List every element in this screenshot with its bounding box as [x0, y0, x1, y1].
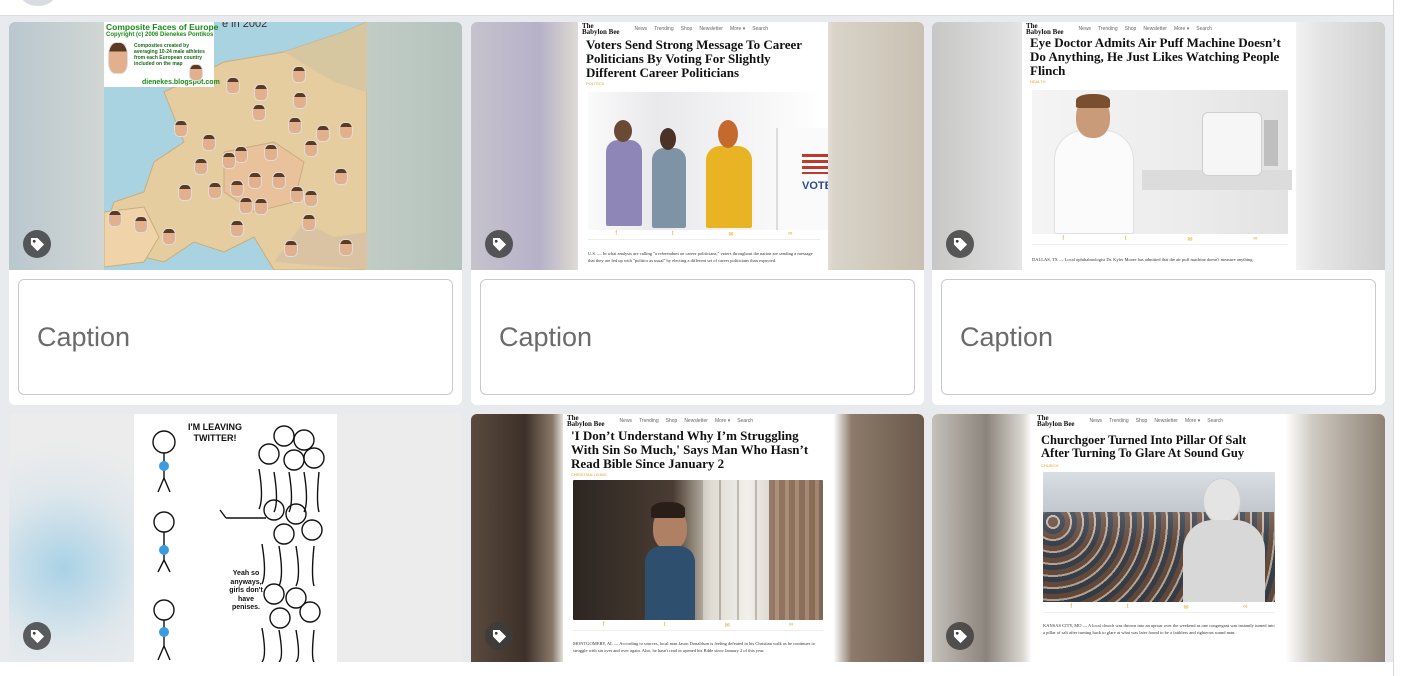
article-photo	[573, 480, 823, 620]
article-body: DALLAS, TX — Local ophthalmologist Dr. K…	[1032, 257, 1254, 262]
article-photo	[1043, 472, 1275, 602]
page-bottom	[0, 662, 1393, 676]
caption-input[interactable]	[18, 279, 453, 395]
caption-input[interactable]	[941, 279, 1376, 395]
article-category: HEALTH	[1030, 79, 1046, 85]
article-photo: VOTE	[588, 92, 828, 230]
share-bar: f t ✉ ∞	[1032, 236, 1288, 245]
email-icon[interactable]: ✉	[725, 622, 730, 630]
comic-speech-2: Yeah so anyways, girls don't have penise…	[229, 570, 263, 611]
site-nav: The Babylon Bee News Trending Shop Newslette…	[1026, 22, 1213, 36]
tag-button[interactable]	[946, 622, 974, 650]
tag-button[interactable]	[485, 622, 513, 650]
scrollbar-track[interactable]	[1393, 0, 1402, 676]
tag-icon	[30, 237, 44, 251]
post-card: The Babylon Bee News Trending Shop Newslette…	[471, 414, 924, 676]
map-title: Composite Faces of Europe	[106, 22, 219, 32]
article-category: CHRISTIAN LIVING	[571, 472, 607, 478]
post-image[interactable]: The Babylon Bee News Trending Shop Newslette…	[471, 414, 924, 662]
twitter-icon[interactable]: t	[1127, 604, 1129, 612]
link-icon[interactable]: ∞	[788, 231, 792, 239]
site-nav: The Babylon Bee News Trending Shop Newslette…	[1037, 414, 1224, 428]
post-image[interactable]: The Babylon Bee News Trending Shop Newslette…	[932, 414, 1385, 662]
article-body: KANSAS CITY, MO — A local church was thr…	[1043, 623, 1275, 635]
post-card: The Babylon Bee News Trending Shop Newslette…	[932, 414, 1385, 676]
facebook-icon[interactable]: f	[603, 622, 605, 630]
article-headline: Churchgoer Turned Into Pillar Of Salt Af…	[1041, 433, 1247, 461]
article-category: CHURCH	[1041, 462, 1059, 468]
article-photo	[1032, 90, 1292, 234]
tag-button[interactable]	[485, 230, 513, 258]
europe-map-image: Composite Faces of Europe Copyright (c) …	[104, 22, 367, 270]
map-year: e in 2002	[222, 22, 268, 30]
tag-icon	[30, 629, 44, 643]
tag-icon	[953, 237, 967, 251]
email-icon[interactable]: ✉	[1187, 236, 1192, 244]
share-bar: f t ✉ ∞	[588, 231, 820, 240]
share-bar: f t ✉ ∞	[1043, 604, 1275, 613]
share-bar: f t ✉ ∞	[573, 622, 823, 631]
post-card: Composite Faces of Europe Copyright (c) …	[9, 22, 462, 405]
facebook-icon[interactable]: f	[615, 231, 617, 239]
twitter-icon[interactable]: t	[672, 231, 674, 239]
caption-input[interactable]	[480, 279, 915, 395]
article-headline: Eye Doctor Admits Air Puff Machine Doesn…	[1030, 35, 1281, 78]
facebook-icon[interactable]: f	[1070, 604, 1072, 612]
tag-button[interactable]	[946, 230, 974, 258]
article-screenshot: The Babylon Bee News Trending Shop Newslette…	[1033, 414, 1283, 662]
avatar[interactable]	[20, 0, 56, 6]
article-headline: Voters Send Strong Message To Career Pol…	[586, 37, 802, 80]
tag-icon	[953, 629, 967, 643]
post-image[interactable]: The Babylon Bee News Trending Shop Newslette…	[932, 22, 1385, 270]
site-nav: The Babylon Bee News Trending Shop Newslette…	[567, 414, 754, 428]
comic-image: I'M LEAVING TWITTER! Yeah so anyways, gi…	[134, 414, 337, 662]
tag-icon	[492, 629, 506, 643]
post-card: The Babylon Bee News Trending Shop Newslette…	[471, 22, 924, 405]
twitter-icon[interactable]: t	[1125, 236, 1127, 244]
article-category: POLITICS	[586, 81, 605, 87]
facebook-icon[interactable]: f	[1062, 236, 1064, 244]
tag-icon	[492, 237, 506, 251]
site-nav: The Babylon Bee News Trending Shop Newslette…	[582, 22, 769, 36]
link-icon[interactable]: ∞	[789, 622, 793, 630]
link-icon[interactable]: ∞	[1243, 604, 1247, 612]
tag-button[interactable]	[23, 230, 51, 258]
map-url: dienekes.blogspot.com	[142, 79, 220, 86]
post-image[interactable]: Composite Faces of Europe Copyright (c) …	[9, 22, 462, 270]
post-card: I'M LEAVING TWITTER! Yeah so anyways, gi…	[9, 414, 462, 676]
article-screenshot: The Babylon Bee News Trending Shop Newslette…	[1022, 22, 1296, 270]
top-bar	[0, 0, 1393, 16]
article-screenshot: The Babylon Bee News Trending Shop Newslette…	[563, 414, 831, 662]
article-screenshot: The Babylon Bee News Trending Shop Newslette…	[578, 22, 828, 270]
tag-button[interactable]	[23, 622, 51, 650]
email-icon[interactable]: ✉	[1183, 604, 1188, 612]
comic-speech-1: I'M LEAVING TWITTER!	[188, 422, 242, 443]
article-body: MONTGOMERY, AL — According to sources, l…	[573, 641, 815, 653]
map-note: Composites created by averaging 10-24 ma…	[134, 43, 205, 67]
twitter-icon[interactable]: t	[664, 622, 666, 630]
link-icon[interactable]: ∞	[1253, 236, 1257, 244]
article-body: U.S. — In what analysts are calling "a r…	[588, 251, 813, 263]
map-copyright: Copyright (c) 2006 Dienekes Pontikos	[106, 32, 214, 38]
comic-drawing	[152, 425, 325, 662]
post-image[interactable]: I'M LEAVING TWITTER! Yeah so anyways, gi…	[9, 414, 462, 662]
post-card: The Babylon Bee News Trending Shop Newslette…	[932, 22, 1385, 405]
email-icon[interactable]: ✉	[728, 231, 733, 239]
post-image[interactable]: The Babylon Bee News Trending Shop Newslette…	[471, 22, 924, 270]
article-headline: 'I Don’t Understand Why I’m Struggling W…	[571, 428, 809, 471]
